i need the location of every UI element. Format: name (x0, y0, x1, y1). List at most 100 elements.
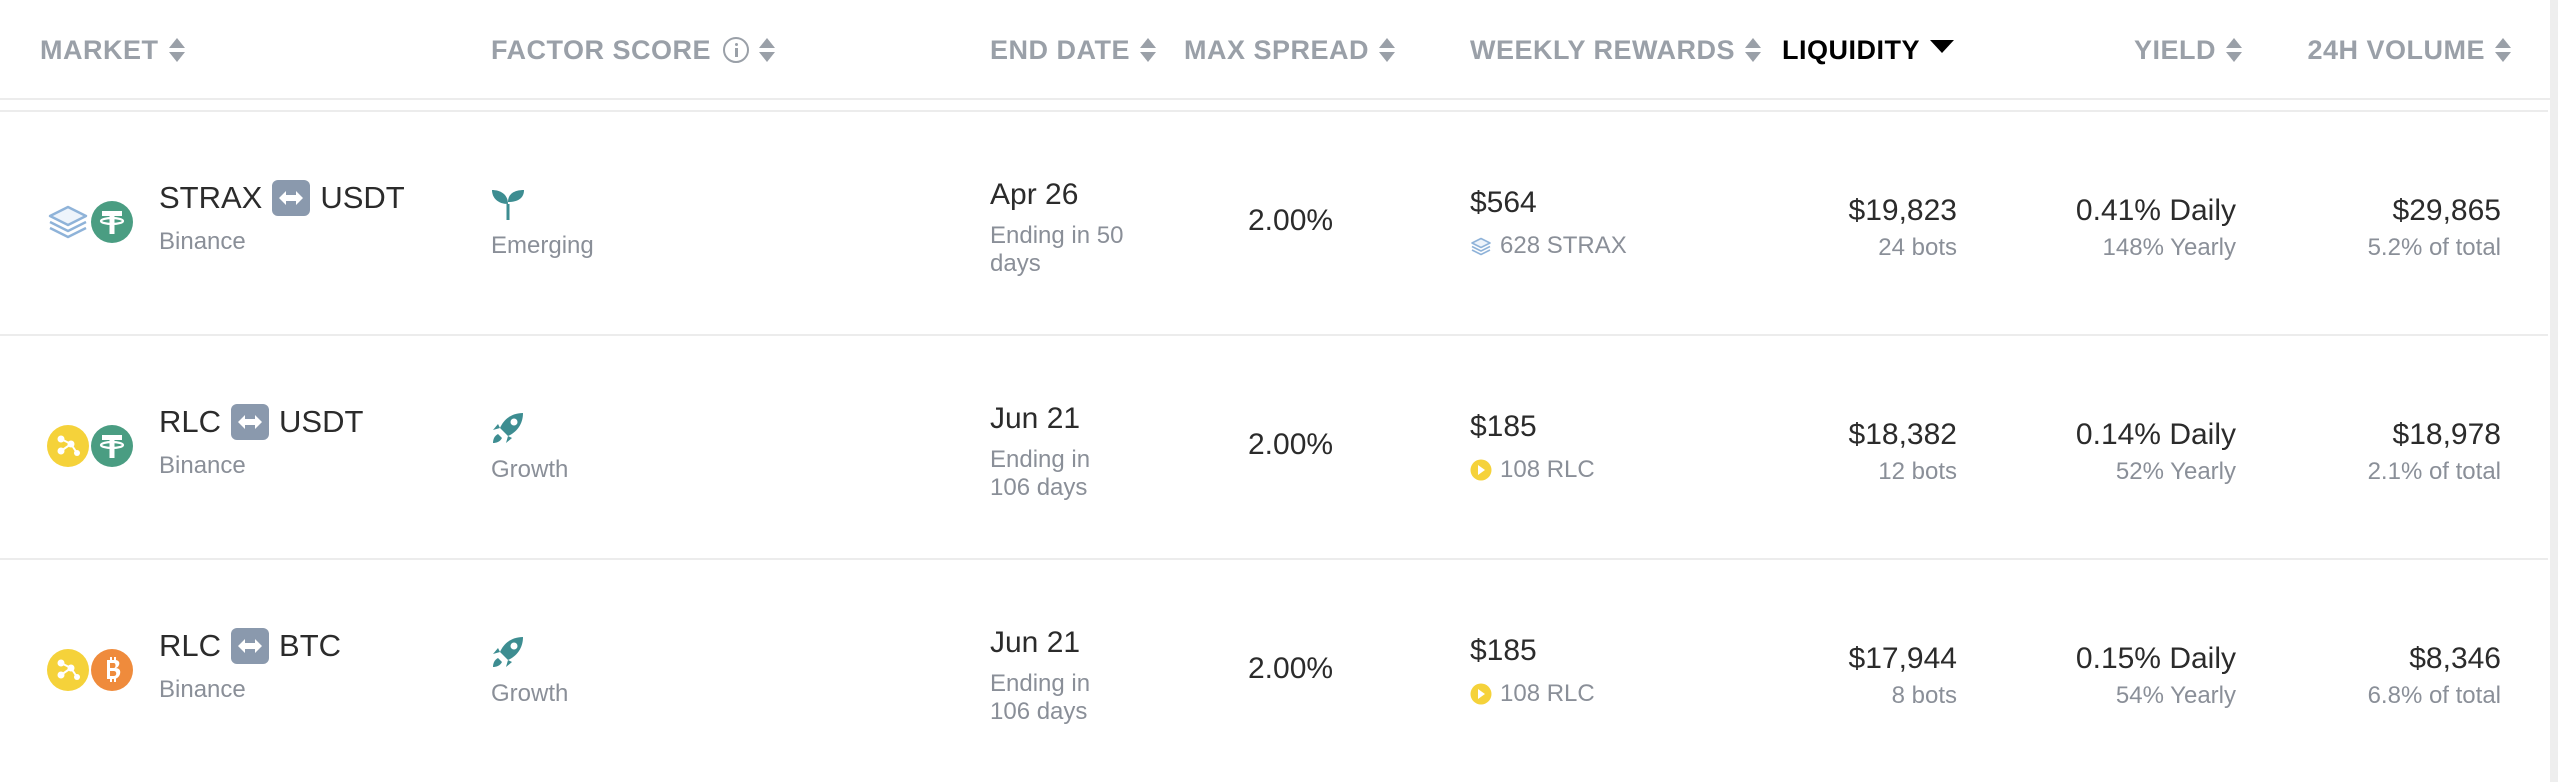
strax-icon (1470, 235, 1492, 257)
quote-token: USDT (279, 404, 364, 439)
yield-daily: 0.14% Daily (2075, 418, 2236, 451)
weekly-reward-usd: $185 (1470, 410, 1537, 443)
reward-token-amount: 628 STRAX (1500, 232, 1627, 259)
pair-icons (46, 198, 136, 248)
sort-icon (1745, 37, 1762, 63)
market-pair[interactable]: RLC BTC (159, 628, 341, 664)
yield-cell: 0.15% Daily 54% Yearly (2076, 642, 2236, 710)
column-header-24h-volume-label: 24H VOLUME (2307, 34, 2485, 65)
volume-cell: $29,865 5.2% of total (2368, 194, 2501, 262)
ending-in: Ending in 106 days (990, 446, 1091, 501)
liquidity-cell: $18,382 12 bots (1849, 418, 1957, 486)
reward-token: 108 RLC (1470, 456, 1595, 484)
max-spread: 2.00% (1248, 428, 1334, 461)
pair-icons (46, 422, 136, 472)
table-row[interactable]: STRAX USDT Binance Emerging Apr 26 Endin… (0, 112, 2548, 336)
exchange-label: Binance (159, 676, 246, 703)
market-pair[interactable]: STRAX USDT (159, 180, 405, 216)
column-header-yield-label: YIELD (2133, 34, 2216, 65)
column-header-24h-volume[interactable]: 24H VOLUME (2307, 30, 2511, 70)
end-date: Apr 26 (990, 178, 1079, 211)
column-header-weekly-rewards-label: WEEKLY REWARDS (1470, 34, 1736, 65)
rocket-icon (490, 634, 526, 670)
sort-icon (759, 37, 776, 63)
quote-token: USDT (320, 180, 405, 215)
sort-icon (2495, 37, 2511, 63)
quote-token: BTC (279, 628, 342, 663)
bots-count: 12 bots (1878, 458, 1957, 485)
column-header-max-spread-label: MAX SPREAD (1184, 34, 1370, 65)
pair-icons (46, 646, 136, 696)
volume-value: $8,346 (2409, 642, 2501, 675)
reward-token-amount: 108 RLC (1500, 456, 1595, 483)
table-header: MARKET FACTOR SCORE END DATE MAX SPREAD … (0, 0, 2558, 100)
column-header-factor-score[interactable]: FACTOR SCORE (491, 30, 776, 70)
reward-token: 108 RLC (1470, 680, 1595, 708)
sprout-icon (490, 186, 526, 222)
column-header-market[interactable]: MARKET (40, 30, 185, 70)
bitcoin-icon (90, 648, 134, 692)
weekly-reward-usd: $564 (1470, 186, 1537, 219)
end-date: Jun 21 (990, 402, 1081, 435)
column-header-market-label: MARKET (40, 34, 159, 65)
swap-arrows-icon (272, 180, 311, 216)
market-pair[interactable]: RLC USDT (159, 404, 363, 440)
column-header-weekly-rewards[interactable]: WEEKLY REWARDS (1470, 30, 1762, 70)
base-token: STRAX (159, 180, 263, 215)
max-spread: 2.00% (1248, 204, 1334, 237)
rlc-icon (1470, 683, 1492, 705)
column-header-end-date[interactable]: END DATE (990, 30, 1157, 70)
reward-token: 628 STRAX (1470, 232, 1627, 260)
liquidity-value: $19,823 (1848, 194, 1957, 227)
exchange-label: Binance (159, 228, 246, 255)
volume-cell: $8,346 6.8% of total (2368, 642, 2501, 710)
swap-arrows-icon (231, 628, 270, 664)
weekly-reward-usd: $185 (1470, 634, 1537, 667)
sort-descending-icon (1930, 39, 1954, 53)
rocket-icon (490, 410, 526, 446)
base-token: RLC (159, 404, 222, 439)
rlc-icon (46, 424, 90, 468)
exchange-label: Binance (159, 452, 246, 479)
yield-cell: 0.14% Daily 52% Yearly (2076, 418, 2236, 486)
yield-yearly: 52% Yearly (2115, 458, 2236, 485)
yield-yearly: 54% Yearly (2115, 682, 2236, 709)
table-row[interactable]: RLC BTC Binance Growth Jun 21 Ending in … (0, 560, 2548, 782)
yield-yearly: 148% Yearly (2102, 234, 2236, 261)
factor-label: Emerging (491, 232, 594, 259)
volume-share: 5.2% of total (2367, 234, 2501, 261)
volume-share: 6.8% of total (2367, 682, 2501, 709)
tether-icon (90, 200, 134, 244)
rlc-icon (1470, 459, 1492, 481)
sort-icon (1140, 37, 1157, 63)
liquidity-value: $17,944 (1848, 642, 1957, 675)
ending-in: Ending in 50 days (990, 222, 1124, 277)
volume-value: $29,865 (2392, 194, 2501, 227)
rlc-icon (46, 648, 90, 692)
column-header-yield[interactable]: YIELD (2134, 30, 2242, 70)
factor-label: Growth (491, 456, 569, 483)
table-row[interactable]: RLC USDT Binance Growth Jun 21 Ending in… (0, 336, 2548, 560)
column-header-max-spread[interactable]: MAX SPREAD (1184, 30, 1396, 70)
max-spread: 2.00% (1248, 652, 1334, 685)
sort-icon (1379, 37, 1396, 63)
volume-cell: $18,978 2.1% of total (2368, 418, 2501, 486)
yield-cell: 0.41% Daily 148% Yearly (2076, 194, 2236, 262)
ending-in: Ending in 106 days (990, 670, 1091, 725)
swap-arrows-icon (231, 404, 270, 440)
base-token: RLC (159, 628, 222, 663)
end-date: Jun 21 (990, 626, 1081, 659)
sort-icon (168, 37, 185, 63)
bots-count: 24 bots (1878, 234, 1957, 261)
factor-label: Growth (491, 680, 569, 707)
column-header-liquidity-label: LIQUIDITY (1782, 34, 1920, 65)
sort-icon (2226, 37, 2242, 63)
yield-daily: 0.15% Daily (2075, 642, 2236, 675)
info-icon[interactable] (723, 37, 750, 63)
liquidity-cell: $19,823 24 bots (1849, 194, 1957, 262)
volume-value: $18,978 (2392, 418, 2501, 451)
scrollbar[interactable] (2550, 0, 2558, 782)
column-header-liquidity[interactable]: LIQUIDITY (1782, 30, 1954, 70)
liquidity-cell: $17,944 8 bots (1849, 642, 1957, 710)
tether-icon (90, 424, 134, 468)
